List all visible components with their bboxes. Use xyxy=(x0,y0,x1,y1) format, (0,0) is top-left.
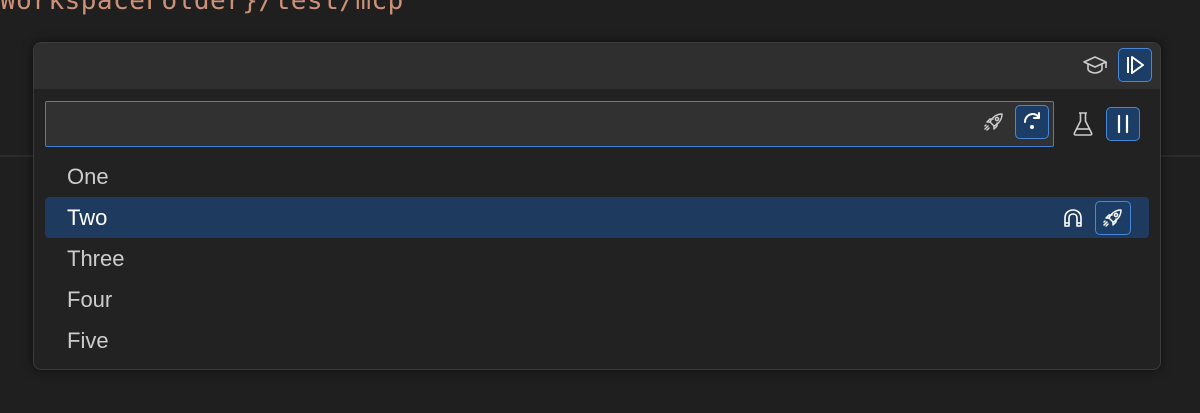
list-item[interactable]: One xyxy=(45,156,1149,197)
list-item-label: Two xyxy=(67,205,108,230)
magnet-button[interactable] xyxy=(1055,201,1091,235)
item-actions xyxy=(1055,200,1131,235)
pause-button[interactable] xyxy=(1106,107,1140,141)
beaker-icon xyxy=(1071,111,1095,137)
quick-pick-input-box xyxy=(45,101,1054,147)
list-item[interactable]: Five xyxy=(45,320,1149,361)
outer-actions xyxy=(1066,107,1140,141)
quick-pick-input[interactable] xyxy=(54,108,958,142)
quick-pick-widget: One Two Three Four Five xyxy=(33,42,1161,370)
input-actions xyxy=(977,105,1049,139)
title-actions xyxy=(1078,48,1152,82)
pause-icon xyxy=(1112,112,1134,136)
item-rocket-button[interactable] xyxy=(1095,200,1131,235)
rocket-icon xyxy=(1101,206,1125,230)
rocket-button[interactable] xyxy=(977,105,1011,139)
redo-button[interactable] xyxy=(1015,105,1049,139)
magnet-icon xyxy=(1061,206,1085,230)
rocket-icon xyxy=(982,110,1006,134)
list-item[interactable]: Three xyxy=(45,238,1149,279)
list-item-label: Five xyxy=(67,328,109,353)
list-item-label: Four xyxy=(67,287,113,312)
list-item-label: One xyxy=(67,164,109,189)
quick-pick-list: One Two Three Four Five xyxy=(45,156,1149,361)
mortarboard-icon xyxy=(1082,54,1108,76)
step-into-icon xyxy=(1123,53,1147,77)
list-item[interactable]: Four xyxy=(45,279,1149,320)
list-item-label: Three xyxy=(67,246,125,271)
redo-icon xyxy=(1020,110,1044,134)
step-into-button[interactable] xyxy=(1118,48,1152,82)
learn-button[interactable] xyxy=(1078,48,1112,82)
list-item-selected[interactable]: Two xyxy=(45,197,1149,238)
input-row xyxy=(45,101,1153,149)
beaker-button[interactable] xyxy=(1066,107,1100,141)
quick-pick-title-bar xyxy=(34,43,1160,89)
code-line: WorkspaceFolder}/test/mcp xyxy=(0,0,404,16)
